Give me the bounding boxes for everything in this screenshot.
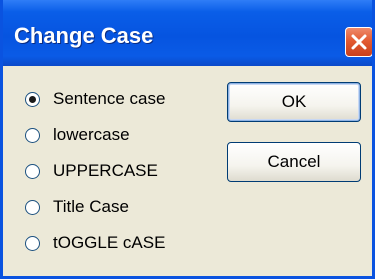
- dialog-title: Change Case: [14, 23, 154, 48]
- option-lowercase[interactable]: lowercase: [25, 122, 130, 148]
- radio-button[interactable]: [25, 235, 40, 251]
- option-toggle-case[interactable]: tOGGLE cASE: [25, 230, 165, 256]
- option-sentence-case[interactable]: Sentence case: [25, 86, 165, 112]
- cancel-button[interactable]: Cancel: [227, 142, 361, 182]
- option-label: UPPERCASE: [53, 161, 158, 180]
- radio-selected-dot: [29, 95, 36, 103]
- option-title-case[interactable]: Title Case: [25, 194, 129, 220]
- option-label: Title Case: [53, 197, 129, 216]
- option-label: lowercase: [53, 125, 130, 144]
- option-label: Sentence case: [53, 89, 166, 108]
- ok-button[interactable]: OK: [227, 82, 361, 122]
- radio-button[interactable]: [25, 163, 40, 179]
- title-bar[interactable]: Change Case: [3, 0, 372, 66]
- radio-button[interactable]: [25, 199, 40, 215]
- close-icon: [351, 34, 367, 50]
- radio-button[interactable]: [25, 127, 40, 143]
- radio-button[interactable]: [25, 91, 40, 107]
- change-case-dialog: Change Case Sentence case lowercase UPPE…: [0, 0, 375, 279]
- option-uppercase[interactable]: UPPERCASE: [25, 158, 158, 184]
- option-label: tOGGLE cASE: [53, 233, 166, 252]
- close-button[interactable]: [345, 27, 372, 57]
